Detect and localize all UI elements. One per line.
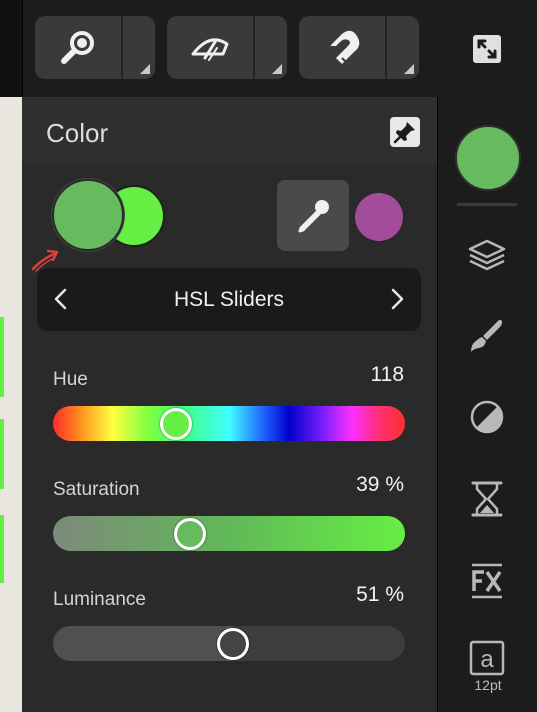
- snap-tool-group: [299, 16, 419, 79]
- snap-tool-button[interactable]: [299, 16, 385, 79]
- color-panel: Color HSL Sliders Hue 118 Saturation 39 …: [22, 97, 437, 712]
- primary-color-swatch[interactable]: [52, 179, 124, 251]
- view-gauge-icon: [191, 37, 229, 61]
- luminance-fill: [53, 626, 233, 661]
- expand-button[interactable]: [471, 33, 503, 65]
- saturation-slider[interactable]: [53, 516, 405, 551]
- view-tool-dropdown[interactable]: [255, 16, 287, 79]
- hourglass-icon[interactable]: [467, 479, 507, 519]
- view-tool-button[interactable]: [167, 16, 253, 79]
- toolbar: [0, 0, 537, 97]
- zoom-tool-button[interactable]: [35, 16, 121, 79]
- zoom-tool-group: [35, 16, 155, 79]
- zoom-icon: [61, 30, 94, 64]
- view-tool-group: [167, 16, 287, 79]
- color-picker-button[interactable]: [277, 180, 349, 251]
- color-mode-label: HSL Sliders: [173, 288, 285, 311]
- panel-header: Color: [22, 97, 437, 163]
- luminance-label: Luminance: [53, 589, 146, 610]
- pin-icon: [393, 122, 415, 144]
- canvas-edge: [0, 97, 22, 712]
- canvas-stroke: [0, 419, 4, 489]
- pin-button[interactable]: [390, 117, 420, 147]
- luminance-slider[interactable]: [53, 626, 405, 661]
- canvas-stroke: [0, 317, 4, 397]
- magnet-icon: [329, 30, 360, 65]
- hue-label: Hue: [53, 369, 88, 390]
- hue-value: 118: [370, 363, 404, 386]
- luminance-value: 51 %: [356, 583, 404, 606]
- color-mode-selector: HSL Sliders: [37, 268, 421, 331]
- toolbar-left-edge: [0, 0, 23, 97]
- fx-icon[interactable]: [467, 561, 507, 601]
- snap-tool-dropdown[interactable]: [387, 16, 419, 79]
- adjustments-icon[interactable]: [467, 397, 507, 437]
- canvas-stroke: [0, 515, 4, 583]
- brush-icon[interactable]: [467, 316, 507, 356]
- saturation-slider-knob[interactable]: [174, 518, 206, 550]
- panel-title: Color: [46, 118, 109, 148]
- sidebar-divider: [457, 203, 517, 206]
- hue-slider[interactable]: [53, 406, 405, 441]
- luminance-slider-knob[interactable]: [217, 628, 249, 660]
- font-size-label: 12pt: [474, 677, 502, 693]
- zoom-tool-dropdown[interactable]: [123, 16, 155, 79]
- chevron-right-icon[interactable]: [387, 286, 407, 312]
- text-style-icon[interactable]: a: [467, 639, 507, 679]
- hue-slider-knob[interactable]: [160, 408, 192, 440]
- color-studio-button[interactable]: [455, 125, 521, 191]
- svg-text:a: a: [480, 646, 494, 673]
- saturation-value: 39 %: [356, 473, 404, 496]
- picked-color-swatch[interactable]: [355, 193, 403, 241]
- saturation-label: Saturation: [53, 479, 140, 500]
- expand-icon: [473, 35, 501, 63]
- layers-icon[interactable]: [467, 235, 507, 275]
- eyedropper-icon: [298, 199, 329, 232]
- chevron-left-icon[interactable]: [51, 286, 71, 312]
- studio-sidebar: a 12pt: [437, 97, 537, 712]
